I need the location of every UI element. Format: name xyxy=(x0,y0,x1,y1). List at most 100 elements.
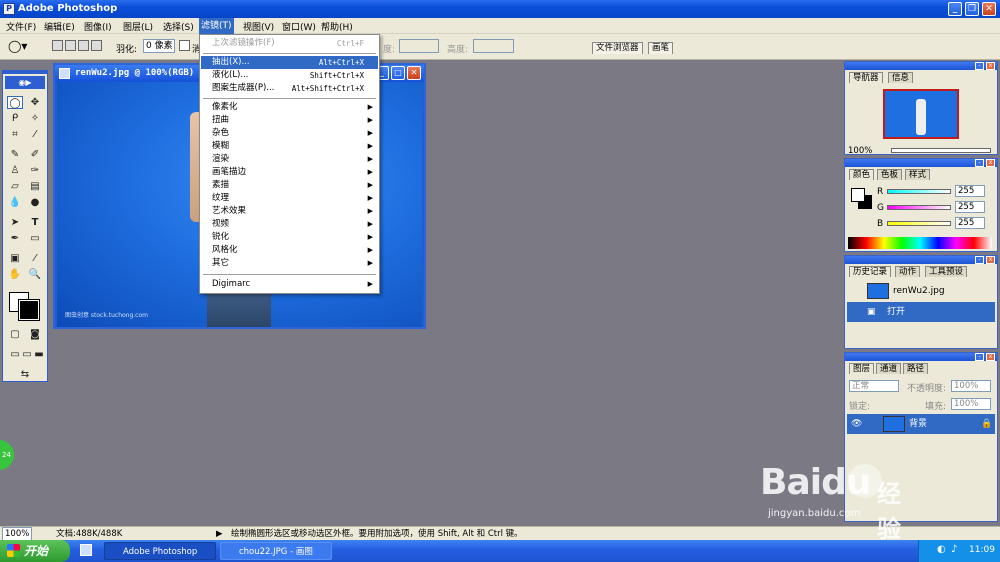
file-browser-tab[interactable]: 文件浏览器 xyxy=(592,42,643,54)
path-selection-icon[interactable]: ➤ xyxy=(7,216,23,229)
menu-filter[interactable]: 滤镜(T) xyxy=(199,18,234,34)
gradient-tool-icon[interactable]: ▤ xyxy=(27,180,43,193)
tab-paths[interactable]: 路径 xyxy=(903,363,929,374)
volume-icon[interactable]: ♪ xyxy=(951,544,957,555)
type-tool-icon[interactable]: T xyxy=(27,216,43,229)
filter-blur[interactable]: 模糊 ▶ xyxy=(201,140,378,153)
tab-history[interactable]: 历史记录 xyxy=(849,266,892,277)
navigator-zoom[interactable]: 100% xyxy=(848,146,872,156)
blur-tool-icon[interactable]: 💧 xyxy=(7,196,23,209)
brush-tool-icon[interactable]: ✐ xyxy=(27,148,43,161)
restore-button[interactable]: ❐ xyxy=(965,2,979,16)
menu-help[interactable]: 帮助(H) xyxy=(319,20,355,33)
tab-layers[interactable]: 图层 xyxy=(849,363,875,374)
filter-texture[interactable]: 纹理 ▶ xyxy=(201,192,378,205)
clone-stamp-icon[interactable]: ♙ xyxy=(7,164,23,177)
screen-mode-full-icon[interactable]: ▬ xyxy=(31,348,47,361)
start-button[interactable]: 开始 xyxy=(0,540,70,562)
tab-actions[interactable]: 动作 xyxy=(895,266,921,277)
panel-close-button[interactable]: x xyxy=(986,256,995,264)
tab-styles[interactable]: 样式 xyxy=(905,169,931,180)
panel-close-button[interactable]: x xyxy=(986,62,995,70)
dodge-tool-icon[interactable]: ● xyxy=(27,196,43,209)
filter-distort[interactable]: 扭曲 ▶ xyxy=(201,114,378,127)
color-ramp[interactable] xyxy=(848,237,992,249)
color-foreground-swatch[interactable] xyxy=(851,188,865,202)
panel-minimize-button[interactable]: - xyxy=(975,353,984,361)
network-icon[interactable]: ◐ xyxy=(937,544,946,555)
taskbar-photoshop[interactable]: Adobe Photoshop xyxy=(104,542,216,560)
blue-value[interactable]: 255 xyxy=(955,217,985,229)
hand-tool-icon[interactable]: ✋ xyxy=(7,268,23,281)
brushes-tab[interactable]: 画笔 xyxy=(648,42,674,54)
crop-tool-icon[interactable]: ⌗ xyxy=(7,128,23,141)
show-desktop-icon[interactable] xyxy=(80,544,92,556)
height-input[interactable] xyxy=(473,39,514,53)
shape-tool-icon[interactable]: ▭ xyxy=(27,232,43,245)
menu-file[interactable]: 文件(F) xyxy=(4,20,38,33)
tab-channels[interactable]: 通道 xyxy=(876,363,902,374)
doc-maximize-button[interactable]: □ xyxy=(391,66,405,80)
filter-digimarc[interactable]: Digimarc ▶ xyxy=(201,278,378,291)
panel-minimize-button[interactable]: - xyxy=(975,159,984,167)
jump-to-imageready-icon[interactable]: ⇆ xyxy=(7,368,43,381)
filter-brush-strokes[interactable]: 画笔描边 ▶ xyxy=(201,166,378,179)
side-badge[interactable]: 24 xyxy=(0,440,14,470)
photoshop-eye-icon[interactable]: ◉▶ xyxy=(5,76,45,89)
blue-slider[interactable] xyxy=(887,221,951,226)
menu-view[interactable]: 视图(V) xyxy=(241,20,276,33)
navigator-zoom-slider[interactable] xyxy=(891,148,991,153)
tab-color[interactable]: 颜色 xyxy=(849,169,875,180)
filter-last-filter[interactable]: 上次滤镜操作(F) Ctrl+F xyxy=(201,37,378,50)
notes-tool-icon[interactable]: ▣ xyxy=(7,252,23,265)
filter-sharpen[interactable]: 锐化 ▶ xyxy=(201,231,378,244)
layer-row-background[interactable]: 👁 背景 🔒 xyxy=(847,414,995,434)
status-doc-size[interactable]: 文档:488K/488K xyxy=(56,528,122,540)
marquee-tool-icon[interactable]: ◯ xyxy=(7,96,23,109)
panel-close-button[interactable]: x xyxy=(986,353,995,361)
filter-sketch[interactable]: 素描 ▶ xyxy=(201,179,378,192)
visibility-eye-icon[interactable]: 👁 xyxy=(851,414,862,434)
menu-window[interactable]: 窗口(W) xyxy=(280,20,318,33)
red-value[interactable]: 255 xyxy=(955,185,985,197)
opacity-input[interactable]: 100% xyxy=(951,380,991,392)
ellipse-marquee-icon[interactable]: ◯▾ xyxy=(8,39,27,53)
quick-mask-icon[interactable]: ◙ xyxy=(27,328,43,341)
history-brush-icon[interactable]: ✑ xyxy=(27,164,43,177)
move-tool-icon[interactable]: ✥ xyxy=(27,96,43,109)
tab-info[interactable]: 信息 xyxy=(888,72,914,83)
menu-select[interactable]: 选择(S) xyxy=(161,20,196,33)
filter-render[interactable]: 渲染 ▶ xyxy=(201,153,378,166)
filter-pattern-maker[interactable]: 图案生成器(P)... Alt+Shift+Ctrl+X xyxy=(201,82,378,95)
add-selection-icon[interactable] xyxy=(65,40,76,51)
blend-mode-select[interactable]: 正常 xyxy=(849,380,899,392)
fill-input[interactable]: 100% xyxy=(951,398,991,410)
close-button[interactable]: ✕ xyxy=(982,2,996,16)
magic-wand-tool-icon[interactable]: ✧ xyxy=(27,112,43,125)
filter-stylize[interactable]: 风格化 ▶ xyxy=(201,244,378,257)
panel-close-button[interactable]: x xyxy=(986,159,995,167)
tab-tool-presets[interactable]: 工具预设 xyxy=(925,266,968,277)
filter-artistic[interactable]: 艺术效果 ▶ xyxy=(201,205,378,218)
subtract-selection-icon[interactable] xyxy=(78,40,89,51)
clock[interactable]: 11:09 xyxy=(969,545,995,555)
menu-layer[interactable]: 图层(L) xyxy=(121,20,155,33)
intersect-selection-icon[interactable] xyxy=(91,40,102,51)
healing-brush-icon[interactable]: ✎ xyxy=(7,148,23,161)
new-selection-icon[interactable] xyxy=(52,40,63,51)
eyedropper-tool-icon[interactable]: ⁄ xyxy=(27,252,43,265)
green-value[interactable]: 255 xyxy=(955,201,985,213)
filter-other[interactable]: 其它 ▶ xyxy=(201,257,378,270)
feather-input[interactable]: 0 像素 xyxy=(143,39,175,53)
status-zoom[interactable]: 100% xyxy=(2,527,32,541)
zoom-tool-icon[interactable]: 🔍 xyxy=(27,268,43,281)
tab-navigator[interactable]: 导航器 xyxy=(849,72,883,83)
panel-minimize-button[interactable]: - xyxy=(975,62,984,70)
minimize-button[interactable]: _ xyxy=(948,2,962,16)
filter-noise[interactable]: 杂色 ▶ xyxy=(201,127,378,140)
history-snapshot[interactable]: renWu2.jpg xyxy=(847,281,995,301)
navigator-thumbnail[interactable] xyxy=(883,89,959,139)
antialias-checkbox[interactable] xyxy=(179,40,190,51)
menu-edit[interactable]: 编辑(E) xyxy=(42,20,77,33)
width-input[interactable] xyxy=(399,39,439,53)
